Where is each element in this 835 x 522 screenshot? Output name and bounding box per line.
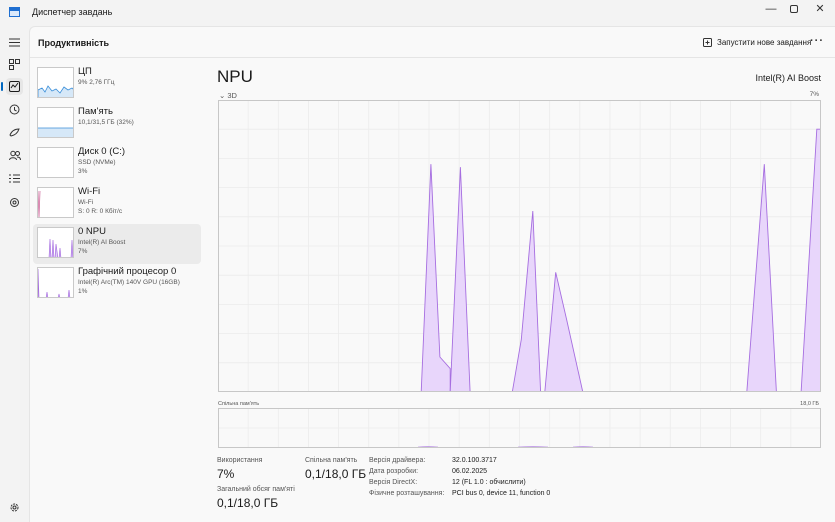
shared-memory-stat-label: Спільна пам'ять <box>305 457 358 464</box>
total-memory-value: 0,1/18,0 ГБ <box>217 496 279 510</box>
more-options-button[interactable]: ··· <box>810 35 824 47</box>
device-name: Графічний процесор 0 <box>78 266 177 277</box>
device-name: Диск 0 (C:) <box>78 146 126 157</box>
device-name: 0 NPU <box>78 226 106 237</box>
device-usage: 1% <box>78 288 88 295</box>
device-item-memory[interactable]: Пам'ять 10,1/31,5 ГБ (32%) <box>33 104 201 144</box>
settings-icon[interactable] <box>6 499 23 516</box>
gpu-thumbnail <box>37 267 74 298</box>
device-title: NPU <box>217 67 253 86</box>
device-name: Wi-Fi <box>78 186 101 197</box>
navigation-rail <box>0 26 29 522</box>
processes-icon[interactable] <box>6 56 23 73</box>
page-header: Продуктивність Запустити нове завдання ·… <box>30 27 835 58</box>
device-usage: 3% <box>78 168 88 175</box>
device-item-npu[interactable]: 0 NPU Intel(R) AI Boost 7% <box>33 224 201 264</box>
npu-thumbnail <box>37 227 74 258</box>
content-area: Продуктивність Запустити нове завдання ·… <box>29 26 835 522</box>
driver-version-key: Версія драйвера: <box>369 457 426 464</box>
usage-graph <box>218 100 821 392</box>
shared-memory-graph <box>218 408 821 448</box>
device-detail: Intel(R) AI Boost <box>78 239 126 246</box>
usage-label: Використання <box>217 457 263 464</box>
device-item-cpu[interactable]: ЦП 9% 2,76 ГГц <box>33 64 201 104</box>
engine-label: 3D <box>227 91 237 100</box>
task-manager-app-icon <box>9 7 20 17</box>
close-button[interactable]: ✕ <box>807 0 833 20</box>
maximize-button[interactable] <box>781 0 807 20</box>
driver-version-value: 32.0.100.3717 <box>452 457 497 464</box>
usage-peak <box>746 164 777 392</box>
run-task-icon <box>703 37 712 47</box>
device-detail: 10,1/31,5 ГБ (32%) <box>78 119 134 126</box>
maximize-icon <box>790 5 798 13</box>
stats-area: Використання 7% Спільна пам'ять 0,1/18,0… <box>217 457 833 522</box>
device-item-wifi[interactable]: Wi-Fi Wi-Fi S: 0 R: 0 Кбіт/с <box>33 184 201 224</box>
disk-thumbnail <box>37 147 74 178</box>
device-model: Intel(R) AI Boost <box>755 73 821 83</box>
cpu-thumbnail <box>37 67 74 98</box>
page-title: Продуктивність <box>38 38 110 48</box>
directx-version-key: Версія DirectX: <box>369 479 418 486</box>
usage-peak <box>511 210 542 392</box>
physical-location-value: PCI bus 0, device 11, function 0 <box>452 490 551 497</box>
device-usage: 7% <box>78 248 88 255</box>
device-item-disk[interactable]: Диск 0 (C:) SSD (NVMe) 3% <box>33 144 201 184</box>
usage-peak <box>420 164 451 392</box>
users-icon[interactable] <box>6 147 23 164</box>
usage-peak <box>544 272 584 392</box>
performance-icon[interactable] <box>1 78 23 95</box>
title-bar: Диспетчер завдань — ✕ <box>0 0 835 26</box>
directx-version-value: 12 (FL 1.0 : обчислити) <box>452 479 526 486</box>
device-detail: 9% 2,76 ГГц <box>78 79 115 86</box>
hamburger-icon[interactable] <box>6 34 23 51</box>
run-new-task-label: Запустити нове завдання <box>717 37 812 47</box>
device-detail: Intel(R) Arc(TM) 140V GPU (16GB) <box>78 279 180 286</box>
wifi-thumbnail <box>37 187 74 218</box>
total-memory-label: Загальний обсяг пам'яті <box>217 486 295 493</box>
device-detail: SSD (NVMe) <box>78 159 116 166</box>
startup-apps-icon[interactable] <box>6 124 23 141</box>
engine-selector[interactable]: ⌄ 3D <box>219 91 237 100</box>
device-usage: S: 0 R: 0 Кбіт/с <box>78 208 123 215</box>
usage-peak <box>449 167 471 392</box>
engine-max-label: 7% <box>809 91 819 98</box>
shared-memory-stat-value: 0,1/18,0 ГБ <box>305 467 367 481</box>
device-name: ЦП <box>78 66 92 77</box>
device-item-gpu[interactable]: Графічний процесор 0 Intel(R) Arc(TM) 14… <box>33 264 201 304</box>
device-name: Пам'ять <box>78 106 113 117</box>
driver-date-key: Дата розробки: <box>369 468 419 475</box>
details-icon[interactable] <box>6 170 23 187</box>
device-detail: Wi-Fi <box>78 199 94 206</box>
driver-date-value: 06.02.2025 <box>452 468 488 475</box>
services-icon[interactable] <box>6 194 23 211</box>
physical-location-key: Фізичне розташування: <box>369 490 445 497</box>
window-title: Диспетчер завдань <box>32 7 113 17</box>
app-history-icon[interactable] <box>6 101 23 118</box>
shared-memory-max: 18,0 ГБ <box>800 401 819 407</box>
memory-thumbnail <box>37 107 74 138</box>
usage-value: 7% <box>217 467 235 481</box>
run-new-task-button[interactable]: Запустити нове завдання <box>703 34 811 50</box>
shared-memory-label: Спільна пам'ять <box>218 401 260 407</box>
usage-peak <box>800 128 821 392</box>
